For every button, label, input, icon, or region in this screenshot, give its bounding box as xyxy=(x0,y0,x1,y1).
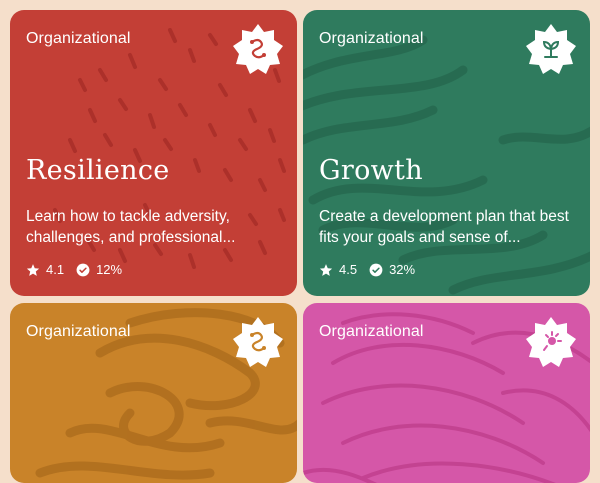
card-category: Organizational xyxy=(26,30,131,47)
card-description: Create a development plan that best fits… xyxy=(319,208,569,246)
squiggle-icon xyxy=(233,317,283,367)
star-icon xyxy=(26,263,40,276)
rating-stat: 4.1 xyxy=(26,262,64,277)
completion-value: 12% xyxy=(96,262,123,277)
rating-value: 4.5 xyxy=(339,262,358,277)
rating-stat: 4.5 xyxy=(319,262,357,277)
rating-value: 4.1 xyxy=(46,262,65,277)
card-stats: 4.1 12% xyxy=(26,262,134,277)
star-icon xyxy=(319,263,333,276)
check-circle-icon xyxy=(76,263,90,276)
squiggle-icon xyxy=(233,24,283,74)
course-card-resilience[interactable]: Organizational Resilience Learn how to t… xyxy=(10,10,297,296)
card-title: Resilience xyxy=(26,155,170,186)
card-category: Organizational xyxy=(26,323,131,340)
completion-stat: 12% xyxy=(76,262,122,277)
course-card-growth[interactable]: Organizational Growth Create a developme… xyxy=(303,10,590,296)
card-description: Learn how to tackle adversity, challenge… xyxy=(26,208,236,246)
card-stats: 4.5 32% xyxy=(319,262,427,277)
card-title: Growth xyxy=(319,155,423,186)
check-circle-icon xyxy=(369,263,383,276)
course-card-3[interactable]: Organizational xyxy=(10,303,297,483)
completion-stat: 32% xyxy=(369,262,415,277)
flower-icon xyxy=(526,317,576,367)
completion-value: 32% xyxy=(389,262,416,277)
course-card-4[interactable]: Organizational xyxy=(303,303,590,483)
card-category: Organizational xyxy=(319,323,424,340)
card-category: Organizational xyxy=(319,30,424,47)
sprout-icon xyxy=(526,24,576,74)
